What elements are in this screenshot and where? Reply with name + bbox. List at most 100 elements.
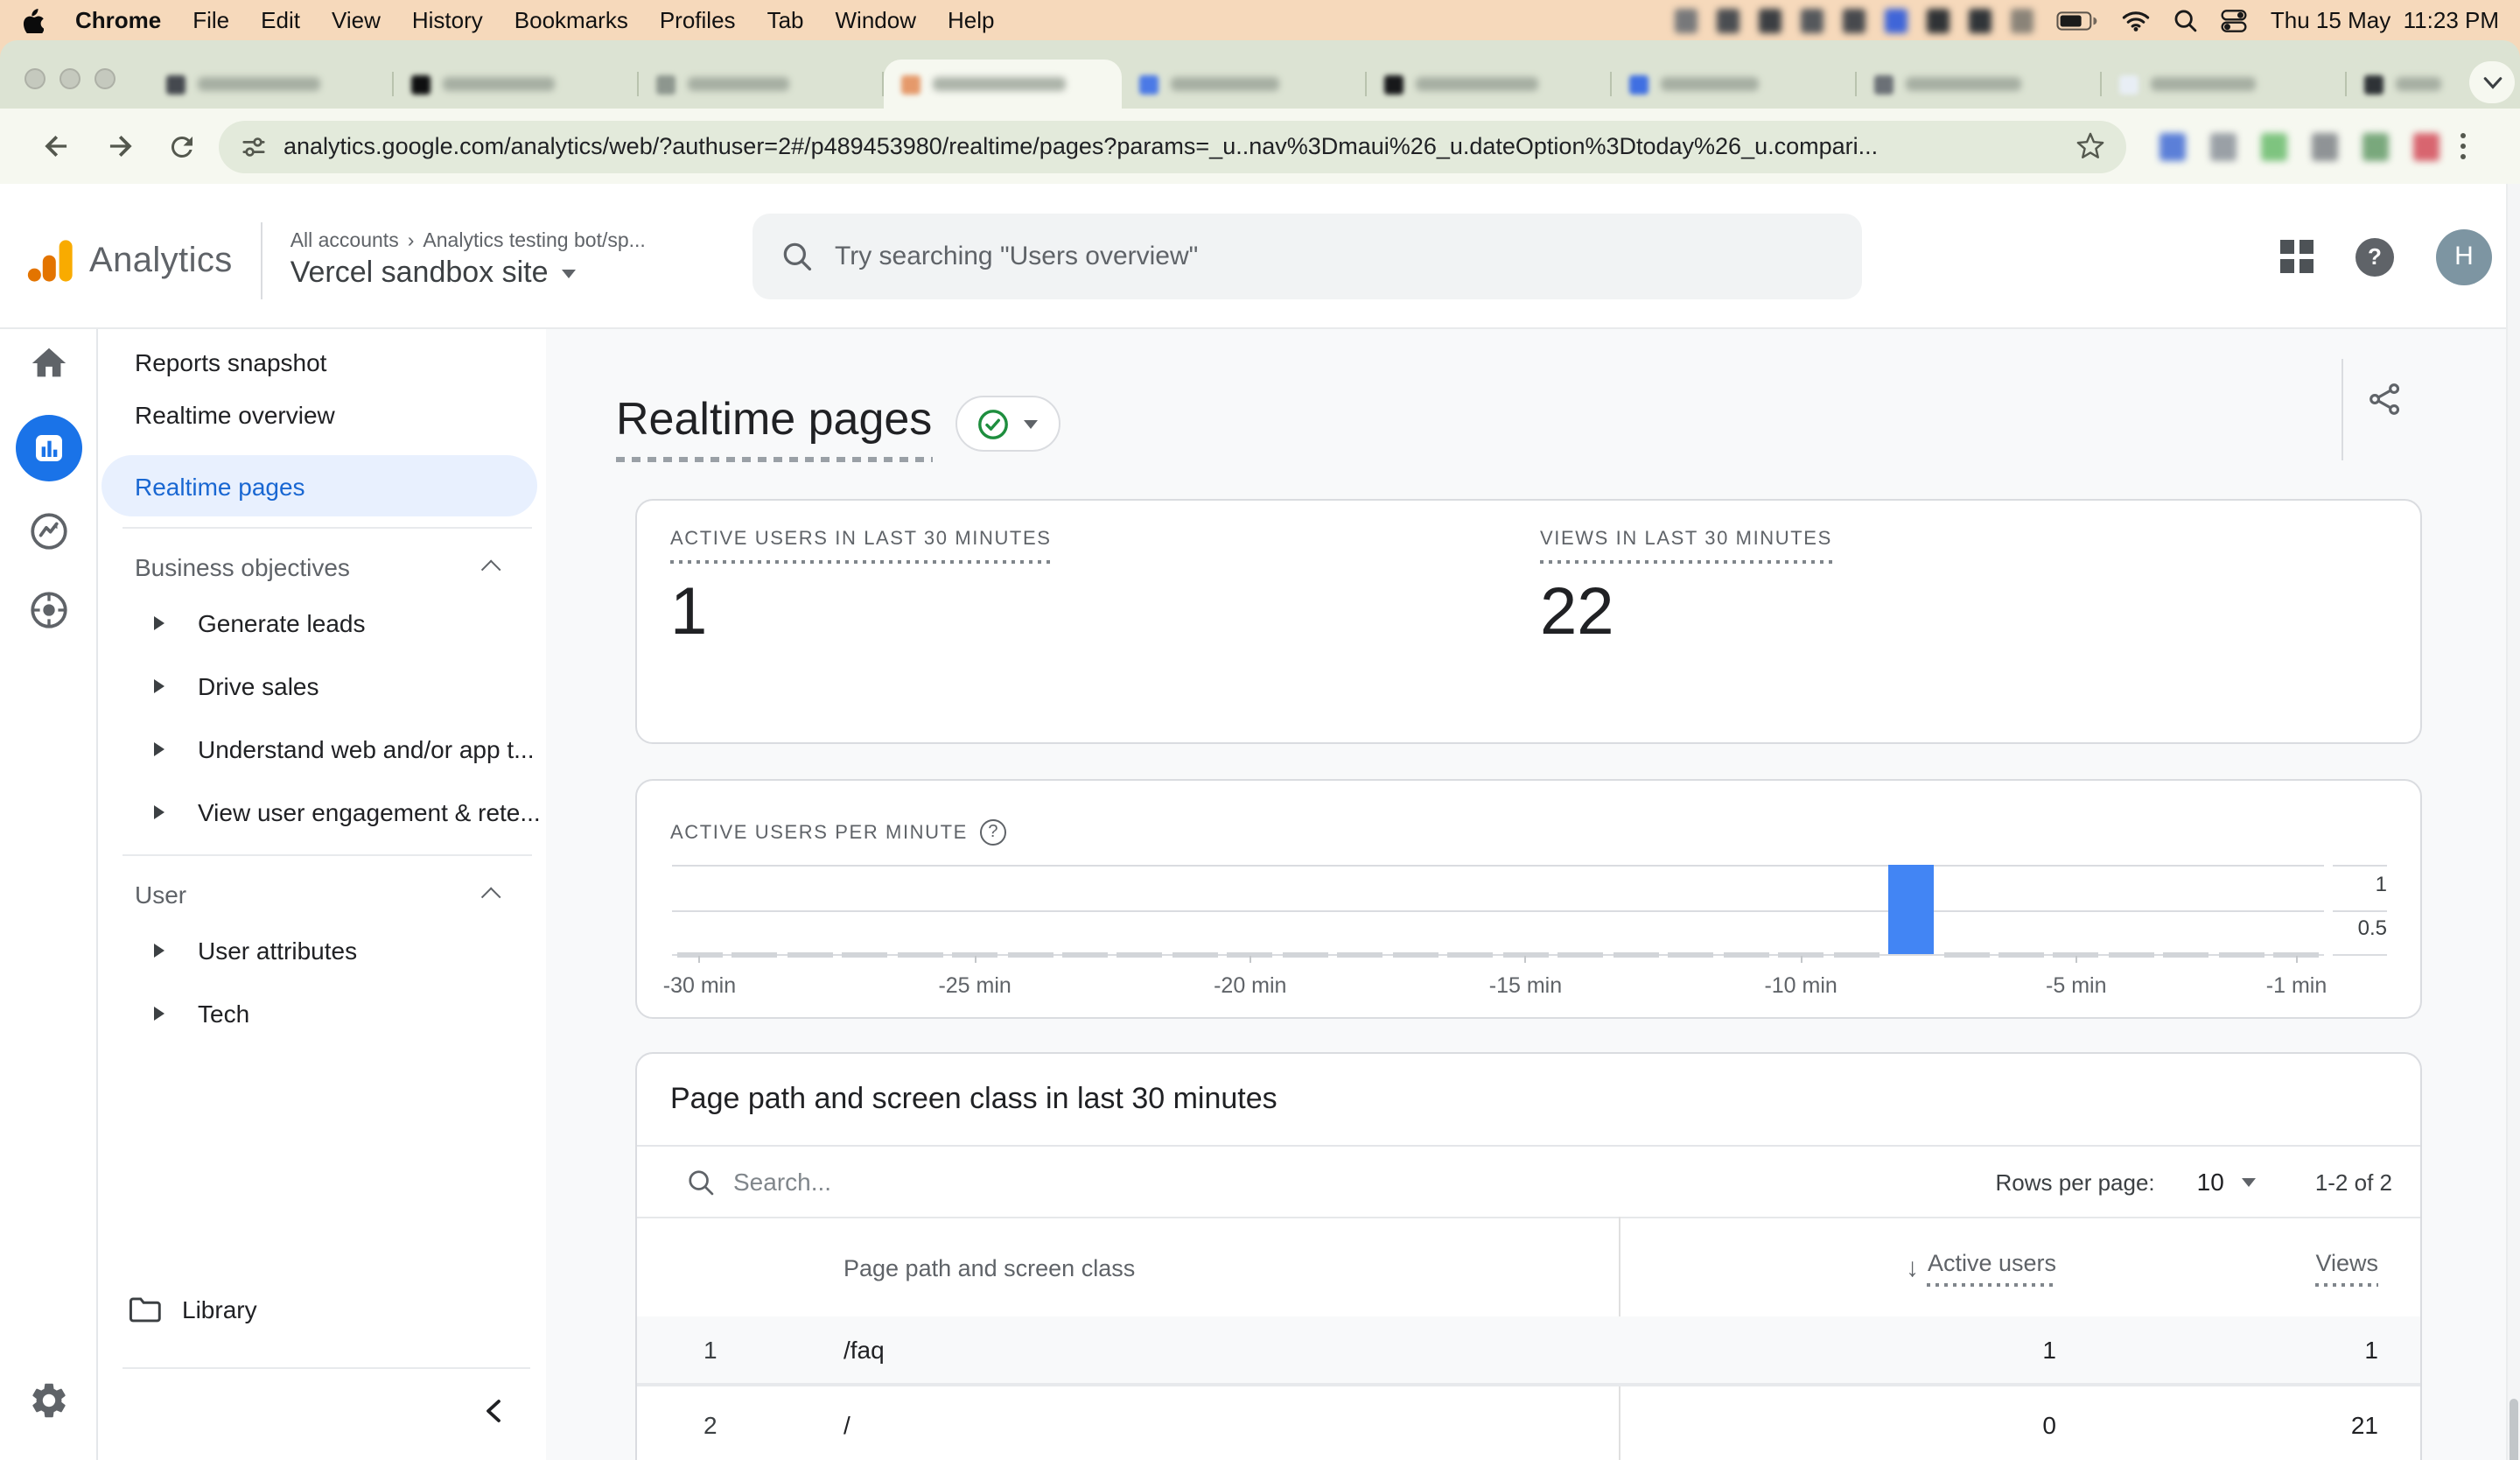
sidebar-item-generate-leads[interactable]: Generate leads — [98, 592, 546, 655]
menu-item-profiles[interactable]: Profiles — [660, 7, 736, 33]
control-center-icon[interactable] — [2222, 8, 2248, 32]
apple-menu-icon[interactable] — [21, 7, 44, 33]
sidebar-item-view-user-engagement-rete[interactable]: View user engagement & rete... — [98, 781, 546, 844]
sidebar-item-reports-snapshot[interactable]: Reports snapshot — [98, 336, 546, 389]
menu-clock[interactable]: Thu 15 May 11:23 PM — [2271, 7, 2499, 33]
omnibox[interactable]: analytics.google.com/analytics/web/?auth… — [219, 120, 2126, 172]
extension-icon[interactable] — [2413, 132, 2440, 160]
url-text[interactable]: analytics.google.com/analytics/web/?auth… — [284, 133, 2060, 159]
minimize-window-button[interactable] — [60, 68, 80, 89]
views-cell: 21 — [2056, 1411, 2424, 1439]
forward-button[interactable] — [93, 120, 145, 172]
tab-search-button[interactable] — [2469, 61, 2515, 103]
reports-icon[interactable] — [15, 415, 81, 481]
table-search-input[interactable] — [733, 1168, 1258, 1196]
tab[interactable] — [2102, 60, 2347, 109]
column-header-views[interactable]: Views — [2056, 1249, 2424, 1286]
site-settings-icon[interactable] — [240, 132, 268, 160]
advertising-icon[interactable] — [26, 588, 70, 632]
rows-per-page-dropdown-icon[interactable] — [2242, 1177, 2256, 1186]
analytics-logo-icon[interactable] — [24, 235, 77, 287]
help-icon[interactable]: ? — [2356, 237, 2394, 276]
explore-icon[interactable] — [26, 509, 70, 553]
status-icon[interactable] — [1676, 8, 1698, 32]
ga-search-input[interactable] — [835, 242, 1834, 271]
menu-item-window[interactable]: Window — [836, 7, 917, 33]
wifi-icon[interactable] — [2122, 9, 2152, 32]
extension-icons[interactable] — [2160, 132, 2440, 160]
status-icon[interactable] — [1718, 8, 1740, 32]
menu-item-view[interactable]: View — [332, 7, 381, 33]
status-menu-icons[interactable] — [1676, 8, 2034, 32]
home-icon[interactable] — [28, 343, 68, 383]
back-button[interactable] — [30, 120, 82, 172]
tab[interactable] — [1367, 60, 1612, 109]
tab[interactable] — [1857, 60, 2102, 109]
extension-icon[interactable] — [2362, 132, 2389, 160]
reload-button[interactable] — [156, 120, 208, 172]
menu-item-edit[interactable]: Edit — [261, 7, 300, 33]
sidebar-item-realtime-overview[interactable]: Realtime overview — [98, 389, 546, 441]
bookmark-star-icon[interactable] — [2076, 131, 2105, 161]
x-axis-tick — [698, 956, 700, 963]
status-icon[interactable] — [1760, 8, 1782, 32]
sidebar-item-understand-web-and-or-app-t[interactable]: Understand web and/or app t... — [98, 718, 546, 781]
scrollbar-track[interactable] — [2506, 184, 2520, 1460]
admin-gear-icon[interactable] — [27, 1379, 69, 1421]
menu-item-bookmarks[interactable]: Bookmarks — [514, 7, 628, 33]
data-quality-badge[interactable] — [955, 396, 1060, 452]
help-tooltip-icon[interactable]: ? — [980, 819, 1006, 846]
tab[interactable] — [1122, 60, 1367, 109]
tab[interactable] — [639, 60, 884, 109]
menu-item-history[interactable]: History — [412, 7, 483, 33]
menu-item-help[interactable]: Help — [948, 7, 995, 33]
column-header-page-path[interactable]: Page path and screen class — [774, 1254, 1619, 1281]
tab[interactable] — [394, 60, 639, 109]
ga-search-bar[interactable] — [752, 214, 1862, 299]
extension-icon[interactable] — [2261, 132, 2287, 160]
status-icon[interactable] — [1886, 8, 1908, 32]
property-switcher[interactable]: Vercel sandbox site — [290, 256, 646, 291]
scrollbar-thumb[interactable] — [2510, 1399, 2518, 1460]
zoom-window-button[interactable] — [94, 68, 116, 89]
share-button[interactable] — [2362, 376, 2408, 422]
sidebar-item-library[interactable]: Library — [98, 1283, 546, 1336]
menu-item-tab[interactable]: Tab — [767, 7, 804, 33]
apps-grid-icon[interactable] — [2280, 240, 2314, 273]
tab[interactable] — [2347, 60, 2459, 109]
menu-item-chrome[interactable]: Chrome — [75, 7, 161, 33]
section-header-business-objectives[interactable]: Business objectives — [98, 543, 546, 592]
expand-triangle-icon — [154, 944, 164, 958]
main-content: Realtime pages ACTIVE USERS IN LAST 30 M… — [546, 329, 2520, 1460]
status-icon[interactable] — [1844, 8, 1866, 32]
extension-icon[interactable] — [2312, 132, 2338, 160]
account-avatar[interactable]: H — [2436, 228, 2492, 284]
tab-active[interactable] — [884, 60, 1122, 109]
close-window-button[interactable] — [24, 68, 46, 89]
menu-item-file[interactable]: File — [192, 7, 229, 33]
status-icon[interactable] — [1970, 8, 1992, 32]
breadcrumb[interactable]: All accounts › Analytics testing bot/sp.… — [290, 231, 646, 252]
table-search[interactable] — [686, 1167, 1996, 1197]
battery-icon[interactable] — [2057, 10, 2099, 31]
status-icon[interactable] — [2012, 8, 2034, 32]
collapse-sidebar-button[interactable] — [472, 1390, 514, 1432]
extension-icon[interactable] — [2160, 132, 2186, 160]
sidebar-item-tech[interactable]: Tech — [98, 982, 546, 1045]
rows-per-page-value[interactable]: 10 — [2197, 1168, 2224, 1196]
chart-minute-slot — [1443, 865, 1498, 954]
sidebar-item-realtime-pages[interactable]: Realtime pages — [102, 455, 537, 516]
spotlight-search-icon[interactable] — [2174, 8, 2199, 32]
sidebar-item-user-attributes[interactable]: User attributes — [98, 919, 546, 982]
section-header-user[interactable]: User — [98, 870, 546, 919]
status-icon[interactable] — [1802, 8, 1824, 32]
chart-zero-dash — [1172, 951, 1218, 957]
tab[interactable] — [149, 60, 394, 109]
extension-icon[interactable] — [2210, 132, 2236, 160]
chart-zero-dash — [1668, 951, 1713, 957]
status-icon[interactable] — [1928, 8, 1950, 32]
tab[interactable] — [1612, 60, 1857, 109]
sidebar-item-drive-sales[interactable]: Drive sales — [98, 655, 546, 718]
column-header-active-users[interactable]: ↓ Active users — [1619, 1249, 2056, 1286]
chrome-menu-icon[interactable] — [2460, 133, 2466, 159]
